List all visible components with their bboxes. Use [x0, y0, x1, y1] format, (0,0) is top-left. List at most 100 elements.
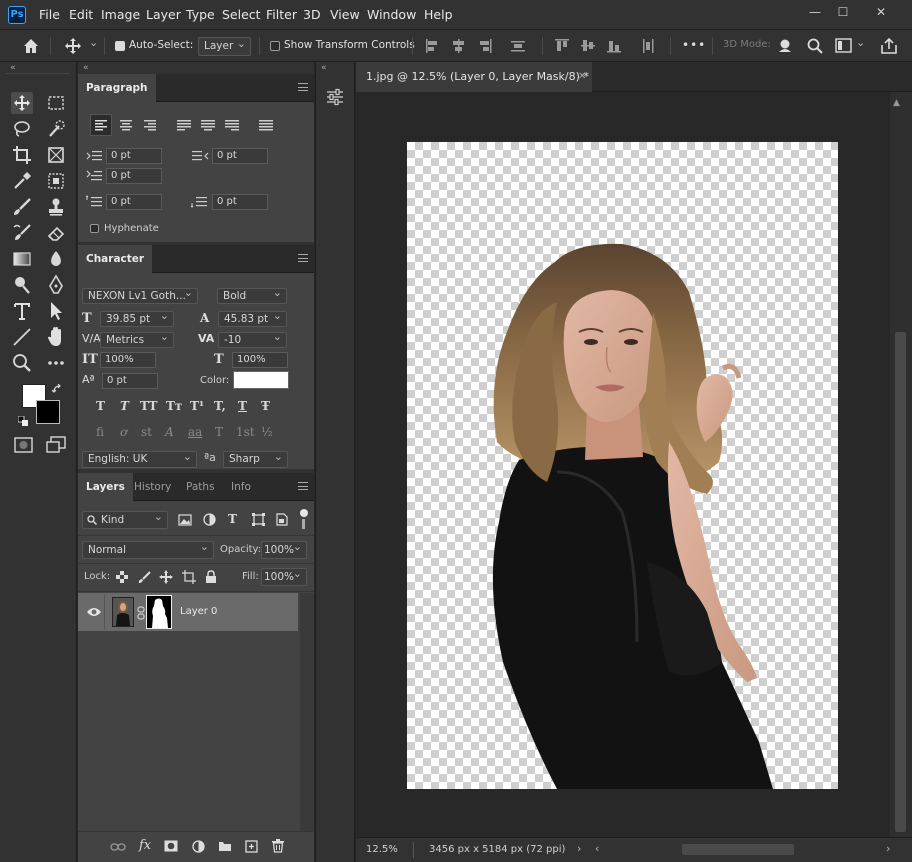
menu-window[interactable]: Window: [367, 7, 416, 22]
stylistic-alternates-button[interactable]: aa: [188, 425, 202, 439]
canvas-vertical-scrollbar[interactable]: ▲: [890, 92, 912, 837]
tab-layers[interactable]: Layers: [78, 473, 133, 501]
menu-layer[interactable]: Layer: [146, 7, 181, 22]
filter-type-icon[interactable]: T: [228, 512, 237, 526]
align-left-text-button[interactable]: [90, 114, 112, 136]
properties-adjustments-icon[interactable]: [324, 86, 346, 108]
collapse-panels-icon[interactable]: «: [83, 63, 89, 73]
layer-thumbnail[interactable]: [112, 597, 134, 627]
auto-select-target-dropdown[interactable]: Layer: [198, 35, 251, 56]
canvas-horizontal-scroll-thumb[interactable]: [682, 844, 794, 855]
document-tab[interactable]: 1.jpg @ 12.5% (Layer 0, Layer Mask/8) * …: [356, 62, 592, 92]
tab-info[interactable]: Info: [223, 473, 259, 501]
close-document-icon[interactable]: ✕: [578, 62, 586, 92]
layer-row-layer-0[interactable]: Layer 0: [78, 593, 298, 631]
align-horizontal-centers-icon[interactable]: [451, 38, 467, 54]
menu-help[interactable]: Help: [424, 7, 453, 22]
align-bottom-edges-icon[interactable]: [606, 38, 622, 54]
quick-mask-icon[interactable]: [14, 436, 34, 454]
vertical-scale-field[interactable]: 100%: [100, 352, 156, 368]
status-info-chevron-icon[interactable]: ›: [577, 842, 581, 855]
all-caps-button[interactable]: TT: [140, 399, 157, 413]
menu-type[interactable]: Type: [186, 7, 215, 22]
pen-tool[interactable]: [45, 274, 67, 296]
dodge-tool[interactable]: [11, 274, 33, 296]
zoom-tool[interactable]: [11, 352, 33, 374]
frame-tool[interactable]: [45, 144, 67, 166]
faux-italic-button[interactable]: T: [120, 399, 129, 413]
justify-last-left-button[interactable]: [174, 115, 194, 135]
zoom-level[interactable]: 12.5%: [366, 844, 398, 855]
layer-visibility-eye-icon[interactable]: [86, 606, 102, 618]
document-canvas[interactable]: [407, 142, 838, 789]
document-info[interactable]: 3456 px x 5184 px (72 ppi): [429, 844, 565, 855]
3d-orbit-icon[interactable]: [776, 37, 794, 55]
lock-position-icon[interactable]: [159, 570, 173, 584]
tool-preset-chevron-icon[interactable]: ⌄: [89, 36, 98, 49]
lasso-tool[interactable]: [11, 118, 33, 140]
kerning-dropdown[interactable]: Metrics: [100, 330, 174, 348]
strikethrough-button[interactable]: Ŧ: [261, 399, 270, 413]
scroll-up-icon[interactable]: ▲: [893, 98, 900, 108]
search-icon[interactable]: [806, 37, 824, 55]
show-transform-checkbox[interactable]: [270, 41, 280, 51]
lock-transparent-pixels-icon[interactable]: [116, 571, 128, 583]
indent-first-line-field[interactable]: 0 pt: [106, 168, 162, 184]
distribute-horizontal-icon[interactable]: [640, 38, 656, 54]
collapse-tools-icon[interactable]: «: [10, 63, 16, 73]
align-right-text-button[interactable]: [140, 115, 160, 135]
link-layers-icon[interactable]: [110, 842, 126, 852]
tab-character[interactable]: Character: [78, 245, 153, 273]
delete-layer-trash-icon[interactable]: [272, 839, 284, 853]
lock-all-icon[interactable]: [205, 570, 217, 584]
font-size-field[interactable]: 39.85 pt: [100, 309, 174, 327]
history-brush-tool[interactable]: [11, 222, 33, 244]
swash-button[interactable]: A: [165, 425, 174, 439]
justify-last-center-button[interactable]: [198, 115, 218, 135]
menu-view[interactable]: View: [330, 7, 360, 22]
distribute-vertical-icon[interactable]: [510, 38, 526, 54]
text-color-swatch[interactable]: [233, 371, 289, 389]
titling-alternates-button[interactable]: T: [215, 425, 223, 439]
type-tool[interactable]: [11, 300, 33, 322]
canvas-area[interactable]: [356, 92, 890, 837]
fractions-button[interactable]: ½: [261, 425, 273, 439]
layers-scrollbar[interactable]: [300, 593, 314, 862]
maximize-button[interactable]: ☐: [830, 3, 856, 21]
indent-right-field[interactable]: 0 pt: [212, 148, 268, 164]
clone-stamp-tool[interactable]: [45, 196, 67, 218]
blur-tool[interactable]: [45, 248, 67, 270]
menu-select[interactable]: Select: [222, 7, 261, 22]
home-icon[interactable]: [22, 37, 40, 55]
new-layer-icon[interactable]: [245, 840, 258, 853]
scroll-left-icon[interactable]: ‹: [595, 842, 599, 855]
hyphenate-checkbox[interactable]: [90, 224, 99, 233]
filter-shape-icon[interactable]: [252, 513, 265, 526]
marquee-tool[interactable]: [45, 92, 67, 114]
path-selection-tool[interactable]: [45, 300, 67, 322]
opacity-field[interactable]: 100%: [261, 539, 307, 559]
anti-alias-dropdown[interactable]: Sharp: [223, 449, 288, 468]
menu-filter[interactable]: Filter: [266, 7, 297, 22]
small-caps-button[interactable]: Tт: [166, 399, 182, 413]
layer-name[interactable]: Layer 0: [180, 606, 217, 617]
lock-artboard-icon[interactable]: [182, 570, 196, 584]
line-tool[interactable]: [11, 326, 33, 348]
filter-toggle-icon[interactable]: [300, 509, 308, 517]
more-options-button[interactable]: •••: [682, 38, 706, 52]
subscript-button[interactable]: T,: [214, 399, 226, 413]
menu-edit[interactable]: Edit: [69, 7, 93, 22]
tracking-dropdown[interactable]: -10: [218, 330, 287, 348]
collapse-secondary-dock-icon[interactable]: «: [321, 63, 327, 73]
default-colors-icon[interactable]: [18, 416, 28, 426]
share-icon[interactable]: [880, 37, 898, 55]
blend-mode-dropdown[interactable]: Normal: [82, 539, 214, 559]
brush-tool[interactable]: [11, 196, 33, 218]
minimize-button[interactable]: —: [802, 3, 828, 21]
font-family-dropdown[interactable]: NEXON Lv1 Goth...: [82, 286, 198, 304]
crop-tool[interactable]: [11, 144, 33, 166]
character-panel-menu-icon[interactable]: [298, 254, 308, 262]
indent-left-field[interactable]: 0 pt: [106, 148, 162, 164]
justify-last-right-button[interactable]: [222, 115, 242, 135]
canvas-vertical-scroll-thumb[interactable]: [895, 332, 906, 832]
